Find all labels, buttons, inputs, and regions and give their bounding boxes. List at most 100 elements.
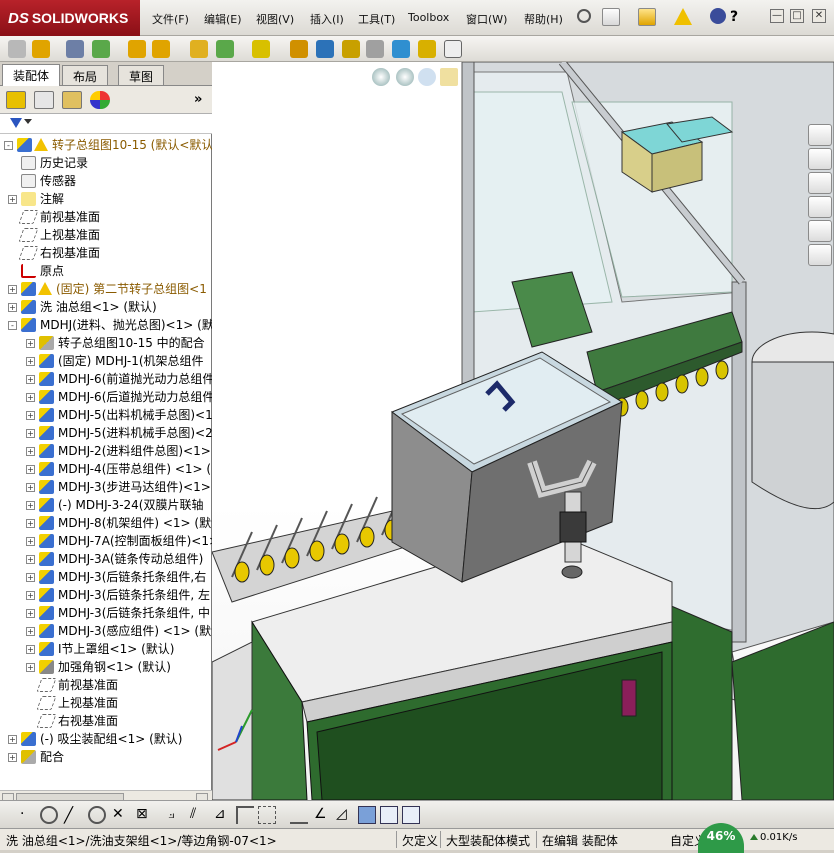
expand-icon[interactable]: + <box>26 555 35 564</box>
expand-icon[interactable]: + <box>26 411 35 420</box>
tree-row[interactable]: 右视基准面 <box>0 712 212 730</box>
file-explorer-icon[interactable] <box>808 172 832 194</box>
tree-row[interactable]: + MDHJ-5(出料机械手总图)<1> <box>0 406 212 424</box>
collapse-icon[interactable]: - <box>8 321 17 330</box>
expand-icon[interactable]: + <box>26 573 35 582</box>
expand-icon[interactable]: + <box>26 465 35 474</box>
expand-icon[interactable]: + <box>26 393 35 402</box>
chevron-down-icon[interactable] <box>24 119 32 124</box>
reference-geometry-icon[interactable] <box>252 40 270 58</box>
tree-row[interactable]: + MDHJ-3(步进马达组件)<1> <box>0 478 212 496</box>
collapse-icon[interactable]: - <box>4 141 13 150</box>
chevron-right-icon[interactable]: » <box>194 92 202 107</box>
expand-icon[interactable]: + <box>26 339 35 348</box>
tree-row[interactable]: + MDHJ-3A(链条传动总组件) <box>0 550 212 568</box>
relations-icon[interactable]: ⊠ <box>136 806 154 824</box>
tree-row[interactable]: 上视基准面 <box>0 694 212 712</box>
tree-row[interactable]: + MDHJ-5(进料机械手总图)<2 <box>0 424 212 442</box>
expand-icon[interactable]: + <box>26 357 35 366</box>
expand-icon[interactable]: + <box>26 447 35 456</box>
pin-icon[interactable] <box>577 9 591 23</box>
tree-row[interactable]: 前视基准面 <box>0 208 212 226</box>
expand-icon[interactable]: + <box>8 753 17 762</box>
slot-icon[interactable]: ◿ <box>336 806 354 824</box>
expand-icon[interactable]: + <box>26 627 35 636</box>
tree-row[interactable]: + MDHJ-3(后链条托条组件,右 <box>0 568 212 586</box>
tree-row[interactable]: + MDHJ-6(后道抛光动力总组件 <box>0 388 212 406</box>
smart-fasteners-icon[interactable] <box>190 40 208 58</box>
tree-row[interactable]: + (固定) MDHJ-1(机架总组件 <box>0 352 212 370</box>
new-part-icon[interactable] <box>32 40 50 58</box>
angular-icon[interactable]: ∠ <box>314 806 332 824</box>
custom-properties-icon[interactable] <box>808 244 832 266</box>
tab-layout[interactable]: 布局 <box>62 65 109 85</box>
machine-model-render[interactable] <box>212 62 834 800</box>
tree-row[interactable]: + MDHJ-3(感应组件) <1> (默认 <box>0 622 212 640</box>
tree-row[interactable]: 上视基准面 <box>0 226 212 244</box>
convert-icon[interactable]: ⟓ <box>168 806 186 824</box>
menu-edit[interactable]: 编辑(E) <box>204 11 242 27</box>
mirror-icon[interactable]: ⊿ <box>214 806 232 824</box>
tree-row[interactable]: + MDHJ-3(后链条托条组件, 中 <box>0 604 212 622</box>
graphics-viewport[interactable]: ◧ ◨ _ □ ✕ <box>212 62 834 800</box>
speedpak-icon[interactable] <box>444 40 462 58</box>
tree-row[interactable]: + 洗 油总组<1> (默认) <box>0 298 212 316</box>
tree-row[interactable]: - MDHJ(进料、抛光总图)<1> (默 <box>0 316 212 334</box>
bill-of-materials-icon[interactable] <box>392 40 410 58</box>
tree-row[interactable]: + (-) 吸尘装配组<1> (默认) <box>0 730 212 748</box>
rotate-component-icon[interactable] <box>152 40 170 58</box>
menu-window[interactable]: 窗口(W) <box>466 11 507 27</box>
filter-icon[interactable] <box>10 118 22 128</box>
tree-row[interactable]: + MDHJ-8(机架组件) <1> (默认 <box>0 514 212 532</box>
component-pattern-icon[interactable] <box>92 40 110 58</box>
rebuild-warning-icon[interactable] <box>674 8 692 25</box>
tab-assembly[interactable]: 装配体 <box>2 64 61 86</box>
tree-filter-bar[interactable] <box>0 114 212 134</box>
tree-row[interactable]: + (-) MDHJ-3-24(双膜片联轴 <box>0 496 212 514</box>
tree-row[interactable]: 前视基准面 <box>0 676 212 694</box>
explode-view-icon[interactable] <box>216 40 234 58</box>
solidworks-logo[interactable]: DS SOLIDWORKS <box>0 0 140 36</box>
propertymanager-icon[interactable] <box>34 91 54 109</box>
point-icon[interactable]: · <box>20 806 38 824</box>
expand-icon[interactable]: + <box>26 645 35 654</box>
tree-row[interactable]: + MDHJ-3(后链条托条组件, 左 <box>0 586 212 604</box>
expand-icon[interactable]: + <box>8 195 17 204</box>
menu-view[interactable]: 视图(V) <box>256 11 294 27</box>
tree-row[interactable]: + MDHJ-2(进料组件总图)<1> <box>0 442 212 460</box>
tree-row[interactable]: + 注解 <box>0 190 212 208</box>
sketch-fillet-icon[interactable] <box>258 806 276 824</box>
offset-icon[interactable]: ⫽ <box>190 806 208 824</box>
view-palette-icon[interactable] <box>808 196 832 218</box>
menu-insert[interactable]: 插入(I) <box>310 11 344 27</box>
appearances-scenes-icon[interactable] <box>808 220 832 242</box>
tab-sketch[interactable]: 草图 <box>118 65 165 85</box>
expand-icon[interactable]: + <box>8 303 17 312</box>
close-button[interactable]: ✕ <box>812 9 826 23</box>
new-document-icon[interactable] <box>602 8 620 26</box>
expand-icon[interactable]: + <box>26 501 35 510</box>
tree-row[interactable]: + I节上罩组<1> (默认) <box>0 640 212 658</box>
tree-row[interactable]: + MDHJ-7A(控制面板组件)<1> <box>0 532 212 550</box>
expand-icon[interactable]: + <box>26 663 35 672</box>
expand-icon[interactable]: + <box>26 609 35 618</box>
featuremanager-tree-icon[interactable] <box>6 91 26 109</box>
centerpoint-icon[interactable] <box>88 806 106 824</box>
tree-row[interactable]: + (固定) 第二节转子总组图<1 <box>0 280 212 298</box>
menu-help[interactable]: 帮助(H) <box>524 11 563 27</box>
menu-tools[interactable]: 工具(T) <box>358 11 395 27</box>
corner-rectangle-icon[interactable] <box>236 806 254 824</box>
circle-icon[interactable] <box>40 806 58 824</box>
expand-icon[interactable]: + <box>26 519 35 528</box>
help-icon[interactable]: ? <box>730 9 738 25</box>
expand-icon[interactable]: + <box>26 537 35 546</box>
expand-icon[interactable]: + <box>8 735 17 744</box>
tree-row[interactable]: + 配合 <box>0 748 212 766</box>
tree-row[interactable]: + 转子总组图10-15 中的配合 <box>0 334 212 352</box>
restore-button[interactable]: □ <box>790 9 804 23</box>
expand-icon[interactable]: + <box>8 285 17 294</box>
line-icon[interactable]: ╱ <box>64 806 82 824</box>
shaded-view-icon[interactable] <box>358 806 376 824</box>
design-library-icon[interactable] <box>808 148 832 170</box>
mate-icon[interactable] <box>66 40 84 58</box>
